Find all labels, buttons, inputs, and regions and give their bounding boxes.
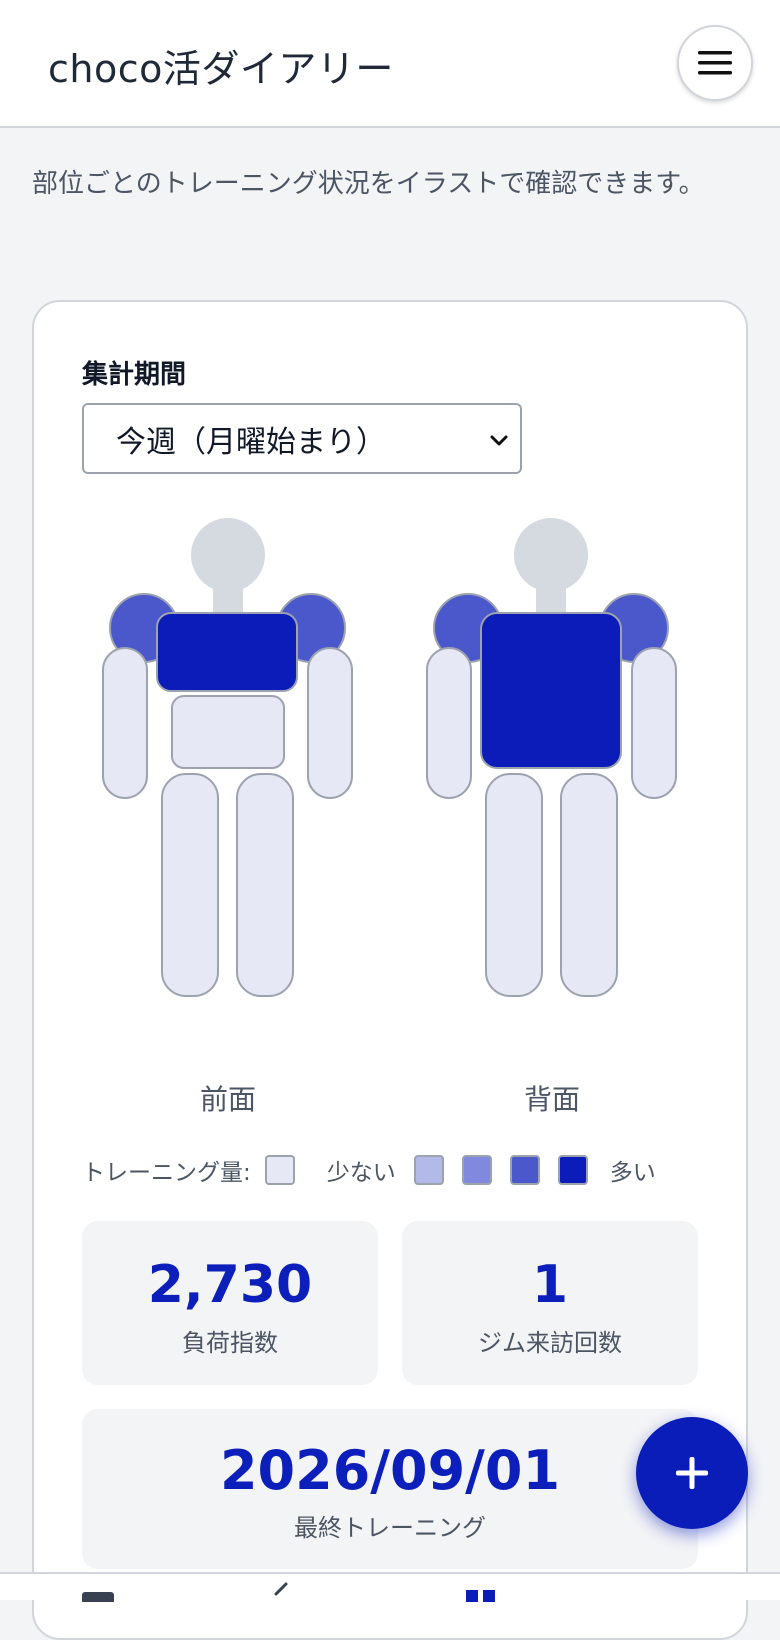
front-chest[interactable] (156, 612, 298, 692)
chevron-down-icon (490, 435, 508, 446)
period-select[interactable]: 今週（月曜始まり） (82, 403, 522, 474)
app-title: choco活ダイアリー (48, 47, 394, 91)
stat-gym-visits: 1 ジム来訪回数 (402, 1221, 698, 1385)
back-arm-left[interactable] (426, 647, 472, 799)
front-arm-right[interactable] (307, 647, 353, 799)
back-head (514, 518, 588, 592)
legend-swatch-1 (413, 1155, 444, 1185)
stat-last-training: 2026/09/01 最終トレーニング (82, 1409, 698, 1569)
legend-label: トレーニング量: (82, 1160, 251, 1186)
front-neck (213, 585, 243, 615)
intro-text: 部位ごとのトレーニング状況をイラストで確認できます。 (32, 169, 705, 199)
legend-swatch-3 (509, 1155, 540, 1185)
legend-swatch-0 (264, 1155, 295, 1185)
legend-high: 多い (609, 1160, 656, 1186)
dumbbell-icon[interactable] (272, 1582, 292, 1602)
front-abs[interactable] (171, 695, 285, 769)
front-arm-left[interactable] (102, 647, 148, 799)
app-header: choco活ダイアリー (0, 0, 780, 128)
bottom-nav (0, 1572, 780, 1602)
hamburger-icon (698, 51, 732, 75)
front-label: 前面 (199, 1083, 256, 1116)
training-legend: トレーニング量: 少ない 多い (82, 1153, 664, 1187)
stat-last-training-caption: 最終トレーニング (294, 1514, 486, 1542)
stat-last-training-value: 2026/09/01 (219, 1439, 561, 1502)
front-leg-right[interactable] (236, 773, 294, 997)
front-body-figure (102, 518, 353, 997)
period-selected-value: 今週（月曜始まり） (116, 424, 386, 460)
grid-icon[interactable] (466, 1590, 496, 1602)
back-arm-right[interactable] (631, 647, 677, 799)
legend-low: 少ない (326, 1160, 396, 1186)
stat-load-caption: 負荷指数 (182, 1329, 278, 1357)
back-torso[interactable] (480, 612, 622, 769)
stat-gym-visits-caption: ジム来訪回数 (478, 1329, 622, 1357)
front-head (191, 518, 265, 592)
menu-button[interactable] (677, 25, 753, 101)
stat-load-index: 2,730 負荷指数 (82, 1221, 378, 1385)
back-leg-right[interactable] (560, 773, 618, 997)
stat-load-value: 2,730 (147, 1255, 313, 1315)
stat-gym-visits-value: 1 (531, 1255, 569, 1315)
plus-icon (676, 1457, 708, 1489)
period-label: 集計期間 (82, 360, 187, 390)
add-training-button[interactable] (636, 1417, 748, 1529)
legend-swatch-2 (461, 1155, 492, 1185)
front-leg-left[interactable] (161, 773, 219, 997)
back-neck (536, 585, 566, 615)
back-leg-left[interactable] (485, 773, 543, 997)
back-label: 背面 (523, 1083, 580, 1116)
legend-swatch-4 (557, 1155, 588, 1185)
back-body-figure (426, 518, 677, 997)
